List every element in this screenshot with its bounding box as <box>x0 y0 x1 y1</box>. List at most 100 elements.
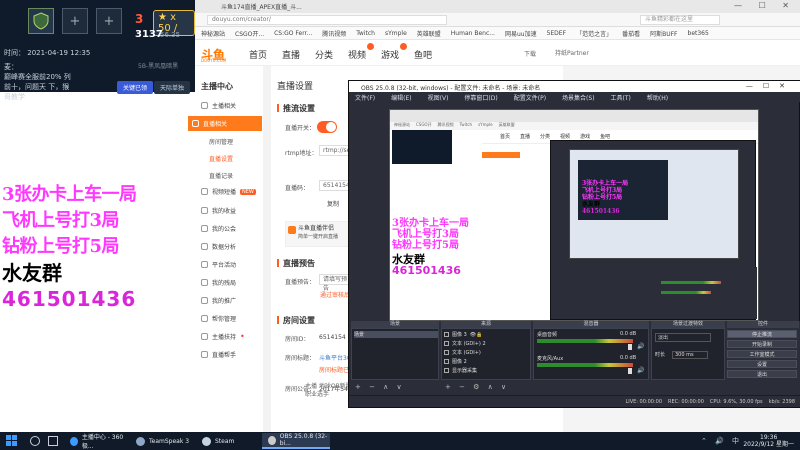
sidebar-item-income[interactable]: 我的收益 <box>201 206 261 215</box>
obs-menu-tools[interactable]: 工具(T) <box>611 93 631 102</box>
bookmark[interactable]: Twitch <box>356 30 375 37</box>
sidebar-sub-room[interactable]: 房间管理 <box>209 137 233 146</box>
nav-user[interactable]: 持纸Partner <box>555 48 589 57</box>
overlay-secondary-button[interactable]: 天际单独 <box>154 81 191 94</box>
speaker-icon[interactable]: 🔊 <box>637 367 644 374</box>
monitor-icon <box>444 368 449 373</box>
obs-window-controls[interactable]: —☐✕ <box>746 82 795 90</box>
nav-home[interactable]: 首页 <box>249 48 267 61</box>
sidebar-item-analytics[interactable]: 数据分析 <box>201 242 261 251</box>
speaker-icon[interactable]: 🔊 <box>637 343 644 350</box>
exit-button[interactable]: 退出 <box>727 370 797 378</box>
obs-menu-profile[interactable]: 配置文件(P) <box>514 93 546 102</box>
nav-category[interactable]: 分类 <box>315 48 333 61</box>
obs-menu-docks[interactable]: 停靠窗口(D) <box>464 93 497 102</box>
studio-mode-button[interactable]: 工作室模式 <box>727 350 797 358</box>
scenes-toolbar[interactable]: + − ∧ ∨ <box>355 383 405 391</box>
bookmark[interactable]: Human Benc... <box>451 30 495 37</box>
sidebar-item-video[interactable]: 视频短播 NEW <box>201 187 261 196</box>
notice-input[interactable]: 请填写预告 <box>319 274 349 292</box>
add-slot-2[interactable]: + <box>96 8 122 34</box>
overlay-primary-button[interactable]: 关键已领 <box>117 81 154 94</box>
live-status: LIVE: 00:00:00 <box>625 398 663 405</box>
bookmark[interactable]: bet365 <box>688 30 709 37</box>
sources-list[interactable]: 图像 3 👁🔒 文本 (GDI+) 2 文本 (GDI+) 图像 2 显示器采集 <box>441 328 531 380</box>
scene-item[interactable]: 场景 <box>354 331 438 338</box>
bookmark[interactable]: 阿斯BUFF <box>650 29 677 38</box>
cpu-status: CPU: 9.6%, 30.00 fps <box>709 398 763 405</box>
bookmark[interactable]: 番茄看 <box>622 29 640 38</box>
bookmark[interactable]: 英雄联盟 <box>417 29 441 38</box>
url-input[interactable]: douyu.com/creator/ <box>207 15 447 25</box>
bookmark[interactable]: CSGO开... <box>235 29 264 38</box>
source-item[interactable]: 显示器采集 <box>444 367 477 374</box>
sidebar-item-support[interactable]: 主播扶持 • <box>201 332 261 341</box>
obs-menu-file[interactable]: 文件(F) <box>355 93 375 102</box>
taskbar-app-teamspeak[interactable]: TeamSpeak 3 <box>130 433 194 449</box>
bookmark[interactable]: 神秘源站 <box>201 29 225 38</box>
start-record-button[interactable]: 开始录制 <box>727 340 797 348</box>
section-marker <box>277 316 279 324</box>
obs-preview[interactable]: 神秘源站 CSGO开 腾讯视频 Twitch sYmple 英雄联盟 3张办卡上车一局 飞机… <box>389 109 759 321</box>
nav-live[interactable]: 直播 <box>282 48 300 61</box>
sidebar-sub-records[interactable]: 直播记录 <box>209 171 233 180</box>
live-switch-toggle[interactable] <box>317 121 337 133</box>
sidebar-item-live[interactable]: 直播相关 <box>188 116 262 131</box>
bookmark[interactable]: 网易uu加速 <box>505 29 537 38</box>
browser-search-input[interactable]: 斗鱼精彩都在这里 <box>640 15 720 25</box>
duration-input[interactable]: 300 ms <box>672 351 708 359</box>
obs-menu-help[interactable]: 帮助(H) <box>647 93 668 102</box>
sidebar-item-guild[interactable]: 我的公会 <box>201 224 261 233</box>
push-section-title: 推流设置 <box>283 104 315 113</box>
bookmark[interactable]: CS:GO Ferr... <box>274 30 312 37</box>
add-slot-1[interactable]: + <box>62 8 88 34</box>
stream-code-input[interactable]: 6514154cb <box>319 180 357 191</box>
window-controls[interactable]: — ☐ ✕ <box>734 1 796 10</box>
source-item[interactable]: 图像 3 👁🔒 <box>444 331 482 338</box>
nav-download[interactable]: 下载 <box>524 49 536 58</box>
source-item[interactable]: 图像 2 <box>444 358 467 365</box>
game-avatar <box>28 8 54 34</box>
mixer-desktop-slider[interactable] <box>628 344 632 350</box>
system-tray[interactable]: ⌃ 🔊 中 <box>701 436 742 446</box>
notice-label: 直播预告： <box>285 279 316 286</box>
obs-menu-view[interactable]: 视图(V) <box>428 93 449 102</box>
obs-menu-edit[interactable]: 编辑(E) <box>391 93 411 102</box>
bookmark[interactable]: sYmple <box>385 30 407 37</box>
settings-button[interactable]: 设置 <box>727 360 797 368</box>
bookmark[interactable]: 腾讯视频 <box>322 29 346 38</box>
taskbar-app-browser[interactable]: 主播中心 - 360极... <box>64 433 128 450</box>
bookmark[interactable]: 5EDEF <box>547 30 566 37</box>
companion-app-banner[interactable]: 斗鱼直播伴侣 简单一键开启直播 <box>285 221 349 247</box>
sources-toolbar[interactable]: + − ⚙ ∧ ∨ <box>445 383 509 391</box>
sidebar-sub-live-settings[interactable]: 直播设置 <box>209 154 233 163</box>
search-icon[interactable] <box>30 436 40 446</box>
source-item[interactable]: 文本 (GDI+) 2 <box>444 340 486 347</box>
sidebar-item-anchor[interactable]: 主播相关 <box>201 101 261 110</box>
transition-select[interactable]: 淡出 <box>655 333 711 342</box>
source-item[interactable]: 文本 (GDI+) <box>444 349 481 356</box>
browser-tab[interactable]: 斗鱼174直播_APEX直播_斗... <box>221 2 302 11</box>
sidebar-item-manage[interactable]: 帮你管理 <box>201 314 261 323</box>
nav-fishbar[interactable]: 鱼吧 <box>414 48 432 61</box>
taskbar-app-obs[interactable]: OBS 25.0.8 (32-bi... <box>262 433 330 449</box>
sidebar-item-events[interactable]: 平台活动 <box>201 260 261 269</box>
mixer-mic-slider[interactable] <box>628 368 632 374</box>
stop-stream-button[interactable]: 停止推流 <box>727 330 797 338</box>
transitions-dock-title: 场景过渡特效 <box>651 321 725 328</box>
taskbar-clock[interactable]: 19:36 2022/9/12 星期一 <box>743 434 794 448</box>
sidebar-item-promo[interactable]: 我的推广 <box>201 296 261 305</box>
nav-video[interactable]: 视频 <box>348 48 366 61</box>
taskbar-app-steam[interactable]: Steam <box>196 433 260 449</box>
sidebar-item-helper[interactable]: 直播帮手 <box>201 350 261 359</box>
bookmark[interactable]: 「范范之言」 <box>576 29 612 38</box>
copy-button[interactable]: 复制 <box>327 199 339 208</box>
task-view-icon[interactable] <box>48 436 58 446</box>
obs-menu-scenes[interactable]: 场景集合(S) <box>562 93 595 102</box>
windows-start-icon[interactable] <box>6 435 18 447</box>
sources-dock-title: 来源 <box>441 321 531 328</box>
sidebar-item-endgame[interactable]: 我的残局 <box>201 278 261 287</box>
scenes-list[interactable]: 场景 <box>351 328 439 380</box>
nav-games[interactable]: 游戏 <box>381 48 399 61</box>
rtmp-input[interactable]: rtmp://sen <box>319 145 354 156</box>
